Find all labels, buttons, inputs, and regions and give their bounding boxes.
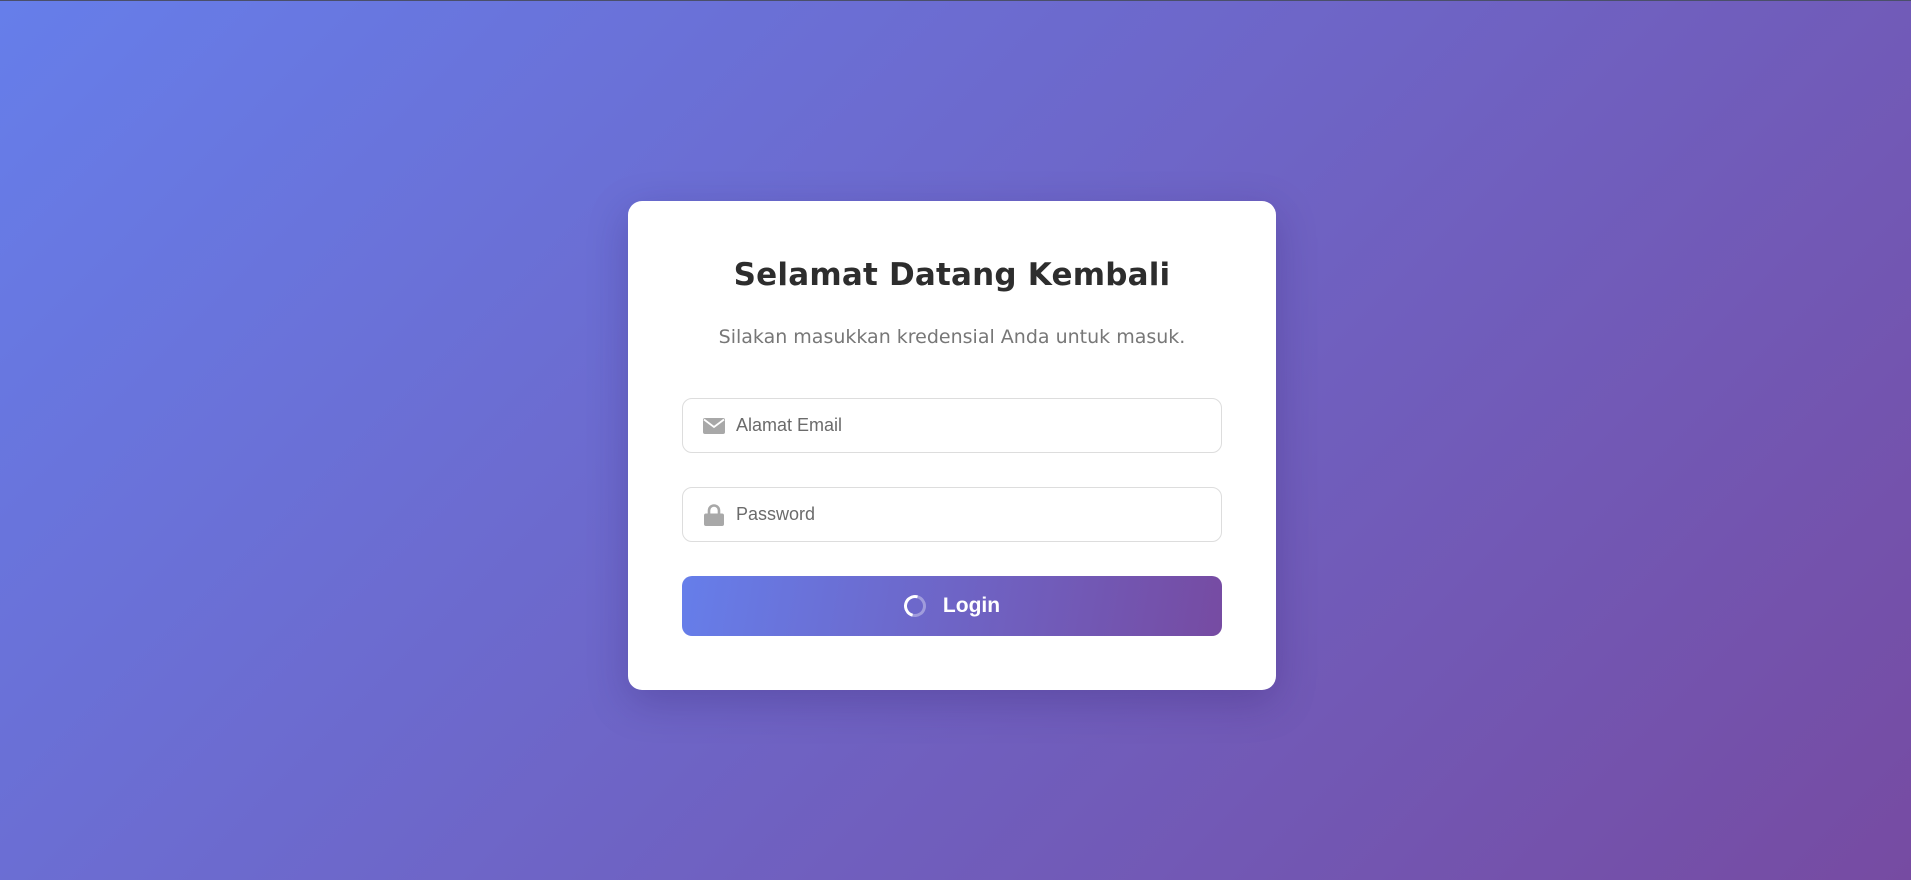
envelope-icon bbox=[702, 414, 726, 438]
spinner-icon bbox=[899, 590, 930, 622]
login-title: Selamat Datang Kembali bbox=[733, 257, 1171, 293]
lock-icon bbox=[702, 503, 726, 527]
password-field[interactable] bbox=[682, 487, 1222, 542]
login-subtitle: Silakan masukkan kredensial Anda untuk m… bbox=[718, 326, 1186, 348]
login-button-label: Login bbox=[942, 594, 1001, 617]
password-input[interactable] bbox=[736, 488, 1209, 541]
login-card: Selamat Datang Kembali Silakan masukkan … bbox=[628, 201, 1276, 690]
email-field[interactable] bbox=[682, 398, 1222, 453]
login-button[interactable]: Login bbox=[682, 576, 1222, 636]
email-input[interactable] bbox=[736, 399, 1209, 452]
